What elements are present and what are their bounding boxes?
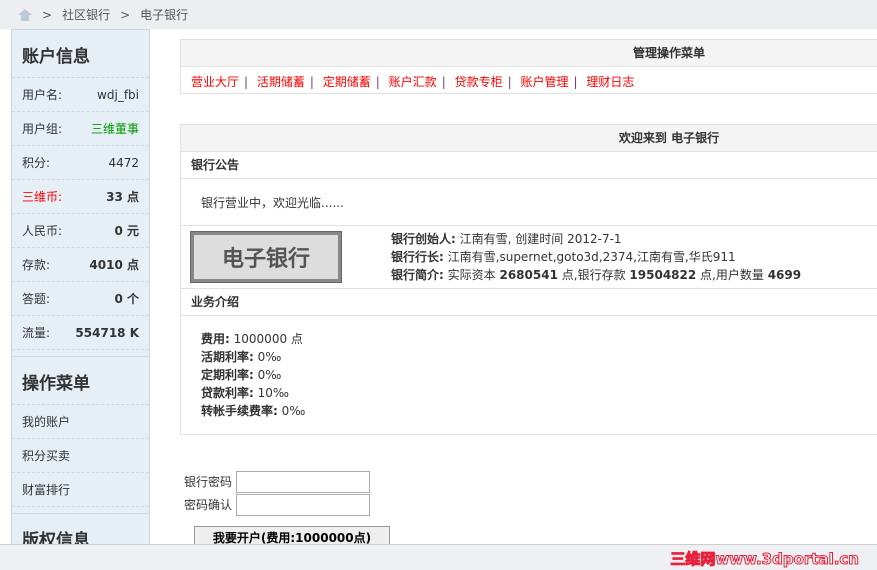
account-info-title: 账户信息 xyxy=(12,30,149,78)
notice-title: 银行公告 xyxy=(181,152,877,179)
menu-fixed-savings[interactable]: 定期储蓄 xyxy=(323,75,371,89)
info-row: 流量: 554718 K xyxy=(12,316,149,350)
welcome-title: 欢迎来到 电子银行 xyxy=(181,125,877,152)
wealth-ranking-link[interactable]: 财富排行 xyxy=(12,473,149,507)
business-title: 业务介绍 xyxy=(181,289,877,316)
notice-text: 银行营业中，欢迎光临...... xyxy=(181,179,877,226)
info-row: 积分: 4472 xyxy=(12,146,149,180)
info-row: 答题: 0 个 xyxy=(12,282,149,316)
admin-menu-box: 管理操作菜单 营业大厅 | 活期储蓄 | 定期储蓄 | 账户汇款 | 贷款专柜 | 账户管… xyxy=(180,39,877,94)
menu-current-savings[interactable]: 活期储蓄 xyxy=(257,75,305,89)
menu-log[interactable]: 理财日志 xyxy=(586,75,634,89)
sidebar: 账户信息 用户名: wdj_fbi 用户组: 三维董事 积分: 4472 三维币: 33… xyxy=(11,29,150,549)
menu-transfer[interactable]: 账户汇款 xyxy=(389,75,437,89)
my-account-link[interactable]: 我的账户 xyxy=(12,405,149,439)
watermark: 三维网www.3dportal.cn xyxy=(670,550,860,569)
menu-loan[interactable]: 贷款专柜 xyxy=(455,75,503,89)
breadcrumb-ebank[interactable]: 电子银行 xyxy=(140,6,188,23)
confirm-password-input[interactable] xyxy=(236,493,371,516)
info-row: 人民币: 0 元 xyxy=(12,214,149,248)
admin-menu: 营业大厅 | 活期储蓄 | 定期储蓄 | 账户汇款 | 贷款专柜 | 账户管理 | 理财日志 xyxy=(191,75,635,89)
menu-hall[interactable]: 营业大厅 xyxy=(191,75,239,89)
open-account-form: 银行密码 密码确认 xyxy=(184,470,371,516)
admin-menu-title: 管理操作菜单 xyxy=(181,40,877,67)
menu-account-manage[interactable]: 账户管理 xyxy=(520,75,568,89)
bank-info: 银行创始人: 江南有雪, 创建时间 2012-7-1 银行行长: 江南有雪,su… xyxy=(391,232,802,282)
home-icon[interactable] xyxy=(18,8,32,21)
info-row: 存款: 4010 点 xyxy=(12,248,149,282)
breadcrumb: > 社区银行 > 电子银行 xyxy=(0,0,877,29)
menu-title: 操作菜单 xyxy=(12,357,149,405)
business-list: 费用: 1000000 点 活期利率: 0‰ 定期利率: 0‰ 贷款利率: 10… xyxy=(201,332,306,418)
username: wdj_fbi xyxy=(97,87,139,102)
bottom-bar: 三维网www.3dportal.cn xyxy=(0,544,877,570)
info-row: 用户名: wdj_fbi xyxy=(12,78,149,112)
points-trade-link[interactable]: 积分买卖 xyxy=(12,439,149,473)
bank-password-input[interactable] xyxy=(236,470,371,493)
info-row: 用户组: 三维董事 xyxy=(12,112,149,146)
welcome-box: 欢迎来到 电子银行 银行公告 银行营业中，欢迎光临...... 电子银行 银行创… xyxy=(180,124,877,435)
breadcrumb-bank[interactable]: 社区银行 xyxy=(62,6,110,23)
info-row: 三维币: 33 点 xyxy=(12,180,149,214)
user-group: 三维董事 xyxy=(90,122,139,136)
ebank-logo: 电子银行 xyxy=(190,231,342,283)
